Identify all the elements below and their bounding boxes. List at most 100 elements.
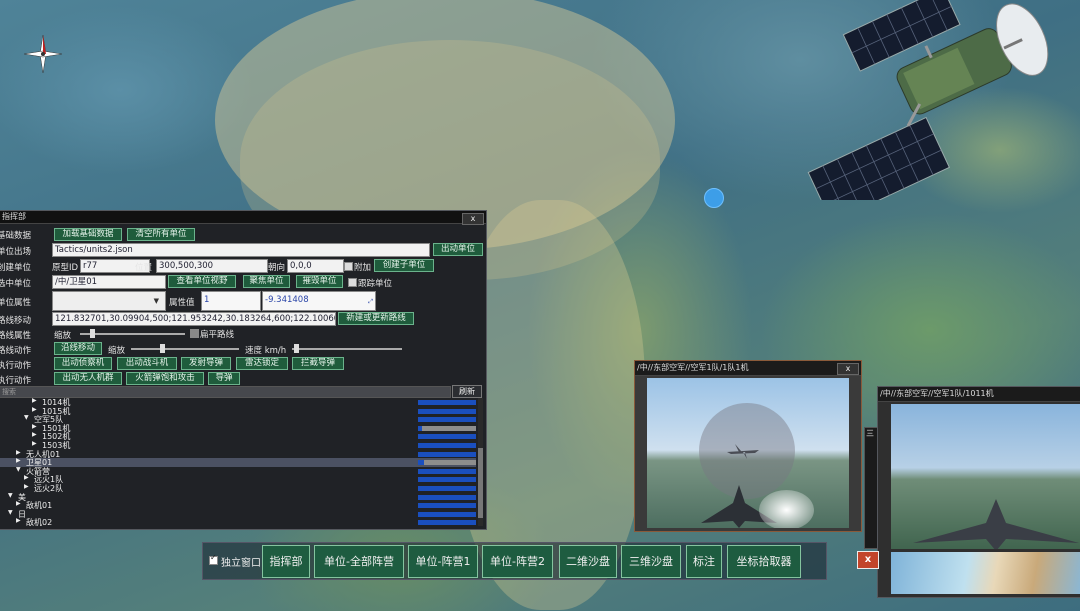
- flat-route-checkbox[interactable]: [190, 329, 199, 338]
- resize-icon: ⤢: [368, 298, 373, 305]
- collapse-arrow-icon[interactable]: ▶: [32, 398, 37, 404]
- property-select[interactable]: ▼: [52, 291, 166, 311]
- tree-row[interactable]: ▼ 火箭营: [0, 466, 476, 476]
- intercept-missile-button[interactable]: 拦截导弹: [292, 357, 344, 370]
- unit-tree-scrollbar[interactable]: [478, 398, 483, 526]
- collapse-arrow-icon[interactable]: ▶: [16, 517, 21, 524]
- collapse-arrow-icon[interactable]: ▶: [32, 406, 37, 413]
- aircraft-icon: [727, 444, 759, 459]
- unit-tree[interactable]: ▶ 1014机 ▶ 1015机 ▼ 空军5队 ▶ 1501机 ▶ 1502机 ▶ 1503机 ▶ 无人机0…: [0, 398, 476, 526]
- collapse-arrow-icon[interactable]: ▶: [16, 500, 21, 507]
- clear-units-button[interactable]: 清空所有单位: [127, 228, 195, 241]
- camera-window-1-title: /中//东部空军//空军1队/1队1机: [637, 363, 749, 372]
- attach-checkbox[interactable]: [344, 262, 353, 271]
- position-input[interactable]: 300,500,300: [156, 259, 268, 273]
- tree-row[interactable]: ▶ 卫星01: [0, 457, 476, 467]
- tree-row[interactable]: ▶ 1502机: [0, 431, 476, 441]
- camera-view-2[interactable]: [891, 404, 1080, 549]
- property-value-input-1[interactable]: 1: [201, 291, 261, 311]
- tree-row[interactable]: ▶ 1014机: [0, 398, 476, 407]
- tree-row[interactable]: ▶ 无人机01: [0, 449, 476, 459]
- destroy-unit-button[interactable]: 摧毁单位: [296, 275, 343, 288]
- camera-window-1-close-button[interactable]: x: [837, 363, 859, 375]
- property-value-input-2[interactable]: -9.341408 ⤢: [262, 291, 376, 311]
- toolbar-button-3d-sandbox[interactable]: 三维沙盘: [621, 545, 681, 578]
- refresh-button[interactable]: 刷新: [452, 385, 482, 398]
- view-unit-sight-button[interactable]: 查看单位视野: [168, 275, 236, 288]
- tree-row[interactable]: ▶ 1503机: [0, 440, 476, 450]
- toolbar-button-units-faction-1[interactable]: 单位-阵营1: [408, 545, 478, 578]
- toolbar-button-coordinate-picker[interactable]: 坐标拾取器: [727, 545, 801, 578]
- toolbar-button-annotation[interactable]: 标注: [686, 545, 722, 578]
- camera-view-1[interactable]: [647, 378, 849, 528]
- deploy-unit-button[interactable]: 出动单位: [433, 243, 483, 256]
- health-bar-fill: [418, 520, 476, 526]
- toolbar-button-units-faction-2[interactable]: 单位-阵营2: [482, 545, 553, 578]
- unit-search-input[interactable]: 搜索: [0, 386, 451, 398]
- standalone-window-checkbox[interactable]: ✓: [209, 553, 218, 565]
- expand-arrow-icon[interactable]: ▼: [16, 466, 21, 473]
- camera-window-2[interactable]: /中//东部空军//空军1队/1011机: [877, 386, 1080, 598]
- collapse-arrow-icon[interactable]: ▶: [32, 423, 37, 430]
- toolbar-button-units-all[interactable]: 单位-全部阵营: [314, 545, 404, 578]
- speed-slider[interactable]: [292, 348, 402, 350]
- radar-lock-button[interactable]: 雷达锁定: [236, 357, 288, 370]
- heading-input[interactable]: 0,0,0: [287, 259, 344, 273]
- position-label: 位置: [135, 263, 153, 273]
- prototype-id-label: 原型ID: [52, 263, 79, 273]
- launch-recon-button[interactable]: 出动侦察机: [54, 357, 112, 370]
- camera-window-1[interactable]: /中//东部空军//空军1队/1队1机 x: [634, 360, 862, 532]
- health-bar-fill: [418, 460, 424, 466]
- collapse-arrow-icon[interactable]: ▶: [24, 483, 29, 490]
- minimap[interactable]: [891, 552, 1080, 594]
- expand-arrow-icon[interactable]: ▼: [8, 492, 13, 499]
- unit-tree-scrollbar-thumb[interactable]: [478, 448, 483, 518]
- create-child-unit-button[interactable]: 创建子单位: [374, 259, 434, 272]
- tree-row[interactable]: ▼ 日: [0, 509, 476, 519]
- move-scale-slider[interactable]: [131, 348, 239, 350]
- rocket-saturation-attack-button[interactable]: 火箭弹饱和攻击: [126, 372, 204, 385]
- move-scale-slider-knob[interactable]: [160, 344, 165, 353]
- camera-window-2-titlebar[interactable]: /中//东部空军//空军1队/1011机: [878, 387, 1080, 402]
- speed-slider-knob[interactable]: [294, 344, 299, 353]
- collapse-arrow-icon[interactable]: ▶: [16, 449, 21, 456]
- new-route-button[interactable]: 新建或更新路线: [338, 312, 414, 325]
- toolbar-close-button[interactable]: x: [857, 551, 879, 569]
- camera-window-2-title: /中//东部空军//空军1队/1011机: [880, 389, 994, 398]
- unit-marker[interactable]: [704, 188, 724, 208]
- satellite-icon[interactable]: [800, 0, 1080, 200]
- missile-button[interactable]: 导弹: [208, 372, 240, 385]
- command-panel-titlebar[interactable]: 指挥部: [0, 211, 486, 224]
- camera-window-1-titlebar[interactable]: /中//东部空军//空军1队/1队1机: [635, 361, 861, 376]
- toolbar-button-2d-sandbox[interactable]: 二维沙盘: [559, 545, 617, 578]
- focus-unit-button[interactable]: 聚焦单位: [243, 275, 290, 288]
- selected-unit-input[interactable]: /中/卫星01: [52, 275, 166, 289]
- collapse-arrow-icon[interactable]: ▶: [24, 474, 29, 481]
- tree-row[interactable]: ▶ 远火1队: [0, 474, 476, 484]
- collapse-arrow-icon[interactable]: ▶: [32, 431, 37, 438]
- collapse-arrow-icon[interactable]: ▶: [16, 457, 21, 464]
- tree-row[interactable]: ▼ 美: [0, 492, 476, 502]
- tree-row[interactable]: ▶ 远火2队: [0, 483, 476, 493]
- track-unit-checkbox[interactable]: [348, 278, 357, 287]
- move-along-route-button[interactable]: 沿线移动: [54, 342, 102, 355]
- tree-row[interactable]: ▼ 空军5队: [0, 414, 476, 424]
- expand-arrow-icon[interactable]: ▼: [24, 414, 29, 421]
- scale-label: 缩放: [54, 331, 72, 341]
- route-scale-slider-knob[interactable]: [90, 329, 95, 338]
- route-scale-slider[interactable]: [80, 333, 185, 335]
- fire-missile-button[interactable]: 发射导弹: [181, 357, 231, 370]
- collapse-arrow-icon[interactable]: ▶: [32, 440, 37, 447]
- deploy-file-input[interactable]: Tactics/units2.json: [52, 243, 430, 257]
- tree-row[interactable]: ▶ 1501机: [0, 423, 476, 433]
- toolbar-button-command[interactable]: 指挥部: [262, 545, 310, 578]
- tree-row[interactable]: ▶ 敌机01: [0, 500, 476, 510]
- route-input[interactable]: 121.832701,30.09904,500;121.953242,30.18…: [52, 312, 336, 326]
- load-base-data-button[interactable]: 加载基础数据: [54, 228, 122, 241]
- launch-drone-swarm-button[interactable]: 出动无人机群: [54, 372, 122, 385]
- tree-row[interactable]: ▶ 1015机: [0, 406, 476, 416]
- launch-fighter-button[interactable]: 出动战斗机: [117, 357, 177, 370]
- tree-row[interactable]: ▶ 敌机02: [0, 517, 476, 526]
- expand-arrow-icon[interactable]: ▼: [8, 509, 13, 516]
- command-panel-close-button[interactable]: x: [462, 213, 484, 225]
